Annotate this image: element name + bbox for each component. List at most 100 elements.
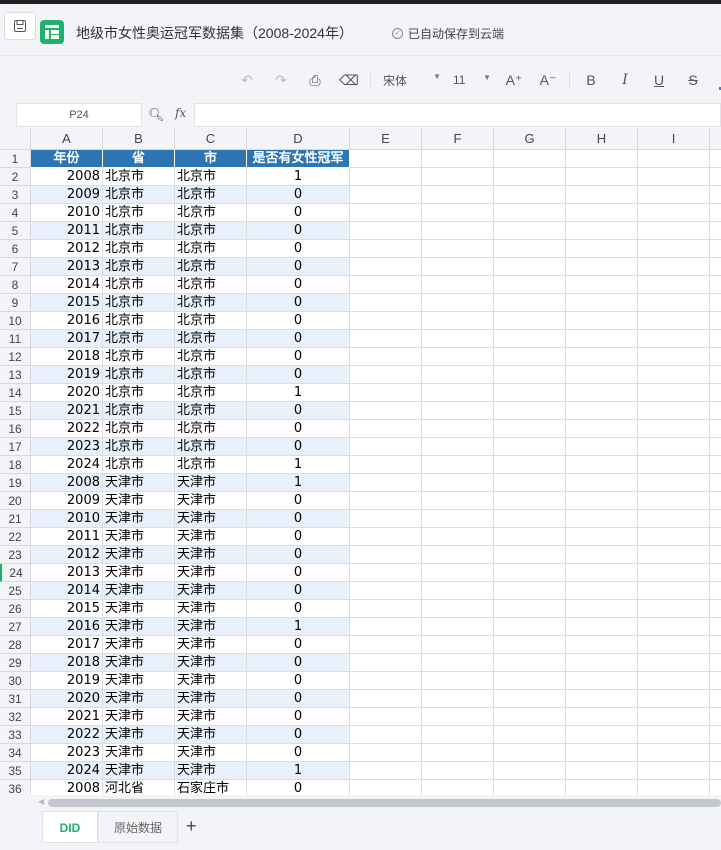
undo-icon[interactable]: ↶ [230, 72, 264, 89]
data-cell[interactable]: 2015 [31, 294, 103, 312]
empty-cell[interactable] [350, 672, 422, 690]
empty-cell[interactable] [638, 690, 710, 708]
increase-font-button[interactable]: A⁺ [497, 72, 531, 89]
empty-cell[interactable] [422, 204, 494, 222]
header-cell[interactable]: 省 [103, 150, 175, 168]
empty-cell[interactable] [494, 582, 566, 600]
row-header-12[interactable]: 12 [0, 348, 31, 366]
empty-cell[interactable] [494, 690, 566, 708]
data-cell[interactable]: 0 [247, 582, 350, 600]
data-cell[interactable]: 天津市 [175, 582, 247, 600]
empty-cell[interactable] [566, 366, 638, 384]
empty-cell[interactable] [566, 762, 638, 780]
empty-cell[interactable] [422, 600, 494, 618]
empty-cell[interactable] [710, 564, 721, 582]
empty-cell[interactable] [638, 204, 710, 222]
data-cell[interactable]: 北京市 [175, 456, 247, 474]
data-cell[interactable]: 天津市 [103, 726, 175, 744]
data-cell[interactable]: 2013 [31, 258, 103, 276]
data-cell[interactable]: 天津市 [103, 564, 175, 582]
data-cell[interactable]: 天津市 [175, 726, 247, 744]
data-cell[interactable]: 北京市 [103, 348, 175, 366]
data-cell[interactable]: 北京市 [103, 402, 175, 420]
data-cell[interactable]: 北京市 [175, 258, 247, 276]
data-cell[interactable]: 北京市 [175, 348, 247, 366]
data-cell[interactable]: 0 [247, 222, 350, 240]
data-cell[interactable]: 0 [247, 438, 350, 456]
row-header-19[interactable]: 19 [0, 474, 31, 492]
empty-cell[interactable] [566, 672, 638, 690]
empty-cell[interactable] [566, 186, 638, 204]
data-cell[interactable]: 天津市 [175, 708, 247, 726]
data-cell[interactable]: 北京市 [103, 438, 175, 456]
empty-cell[interactable] [350, 204, 422, 222]
add-sheet-button[interactable]: + [186, 816, 197, 837]
row-header-16[interactable]: 16 [0, 420, 31, 438]
empty-cell[interactable] [422, 528, 494, 546]
empty-cell[interactable] [638, 762, 710, 780]
scroll-left-icon[interactable]: ◀ [38, 797, 44, 806]
data-cell[interactable]: 0 [247, 726, 350, 744]
data-cell[interactable]: 北京市 [175, 312, 247, 330]
empty-cell[interactable] [350, 312, 422, 330]
data-cell[interactable]: 北京市 [103, 312, 175, 330]
empty-cell[interactable] [638, 294, 710, 312]
empty-cell[interactable] [566, 510, 638, 528]
empty-cell[interactable] [710, 204, 721, 222]
data-cell[interactable]: 天津市 [103, 600, 175, 618]
data-cell[interactable]: 北京市 [103, 456, 175, 474]
empty-cell[interactable] [422, 708, 494, 726]
data-cell[interactable]: 0 [247, 492, 350, 510]
empty-cell[interactable] [566, 546, 638, 564]
empty-cell[interactable] [638, 564, 710, 582]
data-cell[interactable]: 北京市 [175, 294, 247, 312]
empty-cell[interactable] [422, 420, 494, 438]
data-cell[interactable]: 天津市 [175, 474, 247, 492]
empty-cell[interactable] [566, 492, 638, 510]
data-cell[interactable]: 北京市 [175, 384, 247, 402]
empty-cell[interactable] [422, 636, 494, 654]
data-cell[interactable]: 天津市 [103, 708, 175, 726]
empty-cell[interactable] [422, 618, 494, 636]
empty-cell[interactable] [422, 240, 494, 258]
empty-cell[interactable] [566, 204, 638, 222]
data-cell[interactable]: 2022 [31, 420, 103, 438]
empty-cell[interactable] [350, 636, 422, 654]
empty-cell[interactable] [494, 258, 566, 276]
data-cell[interactable]: 0 [247, 312, 350, 330]
empty-cell[interactable] [350, 150, 422, 168]
empty-cell[interactable] [422, 330, 494, 348]
empty-cell[interactable] [494, 366, 566, 384]
data-cell[interactable]: 北京市 [175, 438, 247, 456]
data-cell[interactable]: 天津市 [175, 492, 247, 510]
data-cell[interactable]: 0 [247, 690, 350, 708]
data-cell[interactable]: 北京市 [175, 402, 247, 420]
empty-cell[interactable] [710, 528, 721, 546]
empty-cell[interactable] [710, 348, 721, 366]
empty-cell[interactable] [710, 402, 721, 420]
data-cell[interactable]: 天津市 [103, 654, 175, 672]
data-cell[interactable]: 0 [247, 600, 350, 618]
empty-cell[interactable] [494, 636, 566, 654]
column-header-a[interactable]: A [31, 128, 103, 150]
data-cell[interactable]: 北京市 [103, 222, 175, 240]
empty-cell[interactable] [638, 528, 710, 546]
empty-cell[interactable] [494, 222, 566, 240]
empty-cell[interactable] [494, 276, 566, 294]
empty-cell[interactable] [422, 492, 494, 510]
empty-cell[interactable] [638, 438, 710, 456]
data-cell[interactable]: 天津市 [175, 690, 247, 708]
data-cell[interactable]: 0 [247, 420, 350, 438]
data-cell[interactable]: 北京市 [175, 276, 247, 294]
empty-cell[interactable] [494, 528, 566, 546]
row-header-2[interactable]: 2 [0, 168, 31, 186]
empty-cell[interactable] [494, 402, 566, 420]
empty-cell[interactable] [710, 456, 721, 474]
data-cell[interactable]: 2014 [31, 276, 103, 294]
strikethrough-button[interactable]: S [676, 72, 710, 88]
data-cell[interactable]: 2009 [31, 492, 103, 510]
data-cell[interactable]: 天津市 [175, 600, 247, 618]
data-cell[interactable]: 0 [247, 636, 350, 654]
row-header-23[interactable]: 23 [0, 546, 31, 564]
empty-cell[interactable] [710, 312, 721, 330]
